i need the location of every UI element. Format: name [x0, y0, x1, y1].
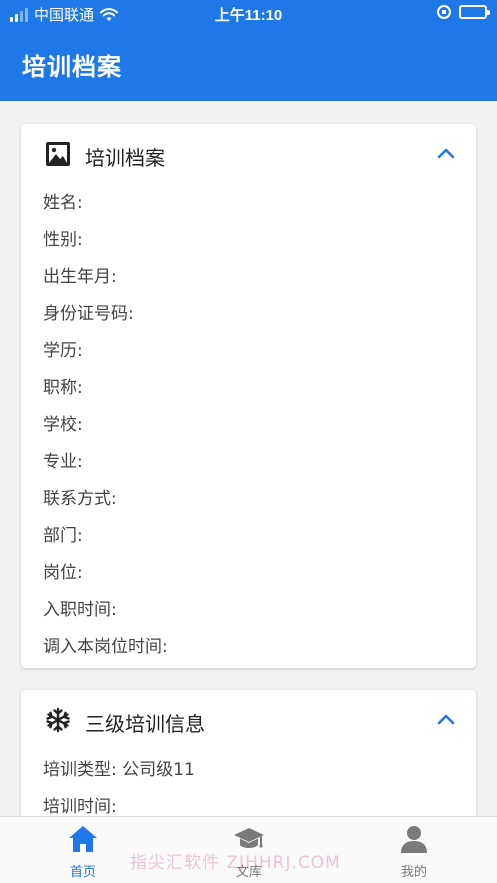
field-name: 姓名:	[43, 193, 83, 213]
clock: 上午11:10	[214, 7, 283, 24]
home-icon	[69, 826, 97, 852]
snowflake-icon	[46, 707, 70, 733]
field-department: 部门:	[43, 526, 83, 546]
app-header: 中国联通 上午11:10 培训档案	[0, 0, 497, 101]
field-education: 学历:	[43, 341, 83, 361]
field-training-type: 培训类型: 公司级11	[43, 760, 195, 780]
training-card-title: 三级培训信息	[85, 712, 205, 736]
tab-home[interactable]: 首页	[23, 817, 143, 883]
page-title: 培训档案	[22, 53, 122, 81]
chevron-up-icon[interactable]	[436, 146, 456, 160]
tab-home-label: 首页	[69, 865, 96, 880]
field-hire-date: 入职时间:	[43, 600, 117, 620]
chevron-up-icon[interactable]	[436, 712, 456, 726]
profile-card-title: 培训档案	[85, 146, 165, 170]
status-right	[437, 5, 490, 19]
person-icon	[401, 826, 427, 853]
training-card-header[interactable]: 三级培训信息	[21, 690, 476, 750]
field-gender: 性别:	[43, 230, 83, 250]
profile-card: 培训档案 姓名: 性别: 出生年月: 身份证号码: 学历: 职称: 学校: 专业…	[21, 124, 476, 668]
field-position: 岗位:	[43, 563, 83, 583]
field-title: 职称:	[43, 378, 83, 398]
field-id-number: 身份证号码:	[43, 304, 134, 324]
battery-icon	[459, 5, 490, 19]
field-school: 学校:	[43, 415, 83, 435]
rotation-lock-icon	[437, 5, 451, 19]
image-icon	[46, 142, 70, 166]
tab-mine[interactable]: 我的	[354, 817, 474, 883]
watermark: 指尖汇软件 ZJHHRJ.COM	[130, 853, 341, 873]
status-bar: 中国联通 上午11:10	[0, 0, 497, 28]
field-training-time: 培训时间:	[43, 797, 117, 817]
field-contact: 联系方式:	[43, 489, 117, 509]
field-transfer-date: 调入本岗位时间:	[43, 637, 168, 657]
profile-card-header[interactable]: 培训档案	[21, 124, 476, 184]
field-birth-month: 出生年月:	[43, 267, 117, 287]
field-major: 专业:	[43, 452, 83, 472]
tab-mine-label: 我的	[400, 865, 427, 880]
